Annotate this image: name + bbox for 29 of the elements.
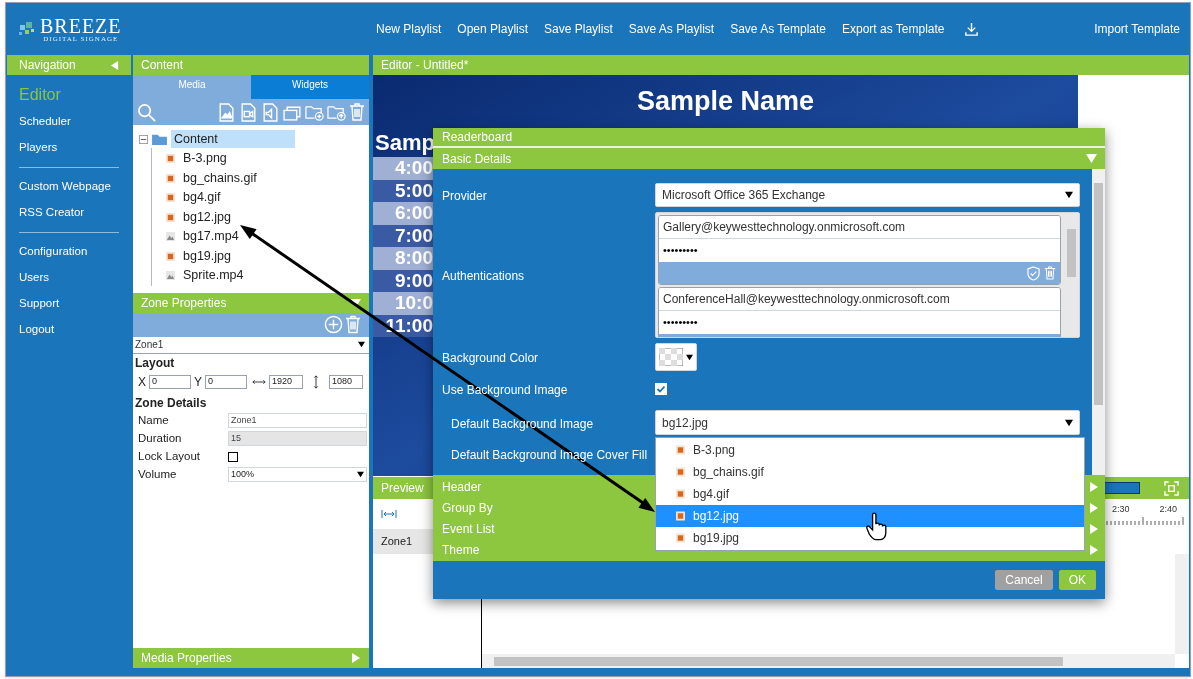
field-label: Lock Layout bbox=[138, 448, 201, 464]
time-cell: 8:00 bbox=[373, 247, 434, 270]
option-label: bg4.gif bbox=[693, 486, 730, 503]
panel-title: Preview bbox=[381, 480, 424, 497]
field-label: Volume bbox=[138, 466, 178, 482]
option-label: bg12.jpg bbox=[693, 508, 740, 525]
panel-header: Editor - Untitled* bbox=[373, 55, 1189, 75]
panel-header: Content bbox=[133, 55, 369, 75]
section-heading: Zone Details bbox=[135, 394, 208, 412]
field-label: Background Color bbox=[442, 351, 539, 365]
field-label: Name bbox=[138, 412, 170, 428]
timeline-tick-label: 2:40 bbox=[1159, 503, 1178, 517]
time-cell: 10:0 bbox=[373, 292, 434, 315]
field-label: Provider bbox=[442, 189, 487, 203]
dialog-title: Readerboard bbox=[433, 128, 1105, 148]
field-label: Duration bbox=[138, 430, 183, 446]
logo-text: BREEZE bbox=[40, 15, 122, 36]
field-label: Authentications bbox=[442, 269, 525, 283]
field-label: X bbox=[138, 373, 146, 391]
option-label: bg_chains.gif bbox=[693, 464, 764, 481]
field-label: Y bbox=[194, 373, 203, 391]
time-cell: 6:00 bbox=[373, 202, 434, 225]
timeline-tick-label: 2:30 bbox=[1112, 503, 1130, 517]
canvas-heading: Samp bbox=[374, 128, 434, 157]
time-cell: 4:00 bbox=[373, 157, 434, 180]
option-label: bg19.jpg bbox=[693, 530, 740, 547]
canvas-title: Sample Name bbox=[635, 84, 816, 118]
section-heading: Layout bbox=[135, 354, 176, 372]
option-label: B-3.png bbox=[693, 442, 736, 459]
